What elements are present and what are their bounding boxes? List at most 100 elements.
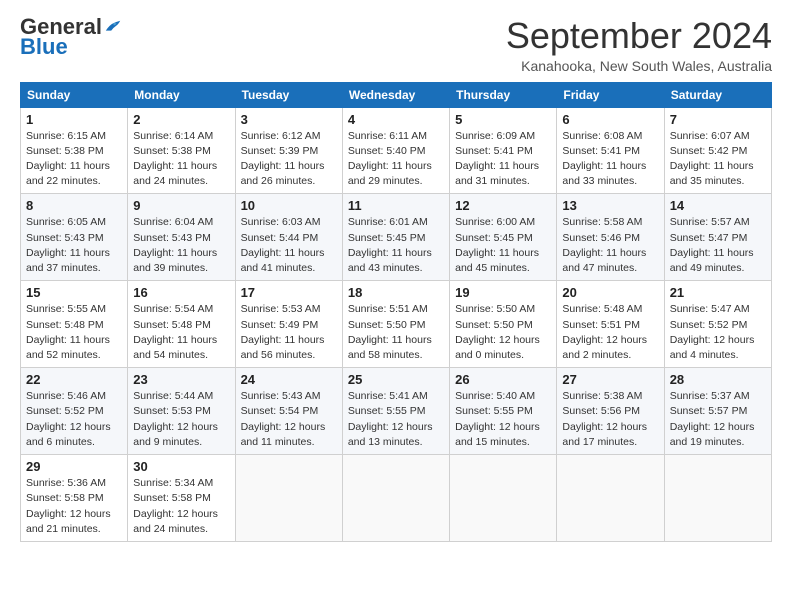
day-info: Sunrise: 5:57 AMSunset: 5:47 PMDaylight:… [670, 215, 766, 276]
calendar-cell: 1 Sunrise: 6:15 AMSunset: 5:38 PMDaylight… [21, 107, 128, 194]
title-block: September 2024 Kanahooka, New South Wale… [506, 16, 772, 74]
calendar-cell: 10 Sunrise: 6:03 AMSunset: 5:44 PMDayligh… [235, 194, 342, 281]
day-info: Sunrise: 5:50 AMSunset: 5:50 PMDaylight:… [455, 302, 551, 363]
calendar-cell: 25 Sunrise: 5:41 AMSunset: 5:55 PMDayligh… [342, 368, 449, 455]
weekday-header: Sunday [21, 82, 128, 107]
calendar-cell: 28 Sunrise: 5:37 AMSunset: 5:57 PMDayligh… [664, 368, 771, 455]
calendar-cell: 23Sunrise: 5:44 AMSunset: 5:53 PMDayligh… [128, 368, 235, 455]
calendar-week-row: 29Sunrise: 5:36 AMSunset: 5:58 PMDayligh… [21, 455, 772, 542]
day-number: 20 [562, 285, 658, 300]
calendar-cell [664, 455, 771, 542]
day-number: 21 [670, 285, 766, 300]
day-number: 25 [348, 372, 444, 387]
day-info: Sunrise: 6:04 AMSunset: 5:43 PMDaylight:… [133, 215, 229, 276]
day-number: 6 [562, 112, 658, 127]
day-info: Sunrise: 6:09 AMSunset: 5:41 PMDaylight:… [455, 129, 551, 190]
day-number: 26 [455, 372, 551, 387]
weekday-header: Wednesday [342, 82, 449, 107]
day-number: 1 [26, 112, 122, 127]
weekday-header: Thursday [450, 82, 557, 107]
day-info: Sunrise: 6:11 AMSunset: 5:40 PMDaylight:… [348, 129, 444, 190]
calendar-cell: 18Sunrise: 5:51 AMSunset: 5:50 PMDayligh… [342, 281, 449, 368]
day-info: Sunrise: 5:43 AMSunset: 5:54 PMDaylight:… [241, 389, 337, 450]
calendar-cell [342, 455, 449, 542]
day-info: Sunrise: 5:53 AMSunset: 5:49 PMDaylight:… [241, 302, 337, 363]
day-info: Sunrise: 5:44 AMSunset: 5:53 PMDaylight:… [133, 389, 229, 450]
day-number: 8 [26, 198, 122, 213]
calendar-cell [235, 455, 342, 542]
day-info: Sunrise: 5:38 AMSunset: 5:56 PMDaylight:… [562, 389, 658, 450]
day-number: 27 [562, 372, 658, 387]
weekday-header: Saturday [664, 82, 771, 107]
weekday-header: Tuesday [235, 82, 342, 107]
calendar-cell: 27 Sunrise: 5:38 AMSunset: 5:56 PMDayligh… [557, 368, 664, 455]
calendar-cell: 12 Sunrise: 6:00 AMSunset: 5:45 PMDayligh… [450, 194, 557, 281]
day-number: 22 [26, 372, 122, 387]
day-info: Sunrise: 6:00 AMSunset: 5:45 PMDaylight:… [455, 215, 551, 276]
day-number: 30 [133, 459, 229, 474]
day-info: Sunrise: 6:03 AMSunset: 5:44 PMDaylight:… [241, 215, 337, 276]
calendar-cell: 26Sunrise: 5:40 AMSunset: 5:55 PMDayligh… [450, 368, 557, 455]
day-number: 12 [455, 198, 551, 213]
day-number: 24 [241, 372, 337, 387]
page-header: General Blue September 2024 Kanahooka, N… [20, 16, 772, 74]
day-number: 2 [133, 112, 229, 127]
day-number: 10 [241, 198, 337, 213]
day-info: Sunrise: 6:08 AMSunset: 5:41 PMDaylight:… [562, 129, 658, 190]
calendar-table: SundayMondayTuesdayWednesdayThursdayFrid… [20, 82, 772, 542]
calendar-cell: 11 Sunrise: 6:01 AMSunset: 5:45 PMDayligh… [342, 194, 449, 281]
day-number: 11 [348, 198, 444, 213]
day-number: 15 [26, 285, 122, 300]
day-info: Sunrise: 6:14 AMSunset: 5:38 PMDaylight:… [133, 129, 229, 190]
calendar-cell: 21 Sunrise: 5:47 AMSunset: 5:52 PMDayligh… [664, 281, 771, 368]
day-info: Sunrise: 5:54 AMSunset: 5:48 PMDaylight:… [133, 302, 229, 363]
calendar-week-row: 8 Sunrise: 6:05 AMSunset: 5:43 PMDaylight… [21, 194, 772, 281]
calendar-cell: 16 Sunrise: 5:54 AMSunset: 5:48 PMDayligh… [128, 281, 235, 368]
logo-blue-text: Blue [20, 34, 68, 60]
day-number: 7 [670, 112, 766, 127]
calendar-cell: 29Sunrise: 5:36 AMSunset: 5:58 PMDayligh… [21, 455, 128, 542]
month-title: September 2024 [506, 16, 772, 56]
day-number: 4 [348, 112, 444, 127]
calendar-week-row: 15 Sunrise: 5:55 AMSunset: 5:48 PMDayligh… [21, 281, 772, 368]
calendar-cell: 6 Sunrise: 6:08 AMSunset: 5:41 PMDaylight… [557, 107, 664, 194]
calendar-cell: 14Sunrise: 5:57 AMSunset: 5:47 PMDayligh… [664, 194, 771, 281]
calendar-week-row: 22 Sunrise: 5:46 AMSunset: 5:52 PMDayligh… [21, 368, 772, 455]
day-info: Sunrise: 5:47 AMSunset: 5:52 PMDaylight:… [670, 302, 766, 363]
day-info: Sunrise: 5:51 AMSunset: 5:50 PMDaylight:… [348, 302, 444, 363]
calendar-week-row: 1 Sunrise: 6:15 AMSunset: 5:38 PMDaylight… [21, 107, 772, 194]
calendar-cell: 9Sunrise: 6:04 AMSunset: 5:43 PMDaylight… [128, 194, 235, 281]
day-info: Sunrise: 5:48 AMSunset: 5:51 PMDaylight:… [562, 302, 658, 363]
calendar-cell: 8 Sunrise: 6:05 AMSunset: 5:43 PMDaylight… [21, 194, 128, 281]
day-number: 28 [670, 372, 766, 387]
day-info: Sunrise: 5:55 AMSunset: 5:48 PMDaylight:… [26, 302, 122, 363]
day-info: Sunrise: 6:07 AMSunset: 5:42 PMDaylight:… [670, 129, 766, 190]
calendar-cell: 2 Sunrise: 6:14 AMSunset: 5:38 PMDaylight… [128, 107, 235, 194]
day-number: 16 [133, 285, 229, 300]
calendar-cell: 5 Sunrise: 6:09 AMSunset: 5:41 PMDaylight… [450, 107, 557, 194]
day-info: Sunrise: 5:41 AMSunset: 5:55 PMDaylight:… [348, 389, 444, 450]
calendar-cell: 4 Sunrise: 6:11 AMSunset: 5:40 PMDaylight… [342, 107, 449, 194]
calendar-cell: 13Sunrise: 5:58 AMSunset: 5:46 PMDayligh… [557, 194, 664, 281]
day-info: Sunrise: 6:01 AMSunset: 5:45 PMDaylight:… [348, 215, 444, 276]
day-info: Sunrise: 6:15 AMSunset: 5:38 PMDaylight:… [26, 129, 122, 190]
day-info: Sunrise: 5:46 AMSunset: 5:52 PMDaylight:… [26, 389, 122, 450]
day-number: 3 [241, 112, 337, 127]
day-number: 17 [241, 285, 337, 300]
day-info: Sunrise: 5:37 AMSunset: 5:57 PMDaylight:… [670, 389, 766, 450]
calendar-cell: 19Sunrise: 5:50 AMSunset: 5:50 PMDayligh… [450, 281, 557, 368]
calendar-cell: 7 Sunrise: 6:07 AMSunset: 5:42 PMDaylight… [664, 107, 771, 194]
calendar-cell: 24 Sunrise: 5:43 AMSunset: 5:54 PMDayligh… [235, 368, 342, 455]
weekday-header: Friday [557, 82, 664, 107]
calendar-cell: 17 Sunrise: 5:53 AMSunset: 5:49 PMDayligh… [235, 281, 342, 368]
day-info: Sunrise: 6:05 AMSunset: 5:43 PMDaylight:… [26, 215, 122, 276]
calendar-cell: 30 Sunrise: 5:34 AMSunset: 5:58 PMDayligh… [128, 455, 235, 542]
day-info: Sunrise: 5:34 AMSunset: 5:58 PMDaylight:… [133, 476, 229, 537]
calendar-cell [557, 455, 664, 542]
day-info: Sunrise: 5:36 AMSunset: 5:58 PMDaylight:… [26, 476, 122, 537]
location-subtitle: Kanahooka, New South Wales, Australia [506, 58, 772, 74]
day-number: 5 [455, 112, 551, 127]
day-number: 13 [562, 198, 658, 213]
calendar-cell: 3Sunrise: 6:12 AMSunset: 5:39 PMDaylight… [235, 107, 342, 194]
weekday-header-row: SundayMondayTuesdayWednesdayThursdayFrid… [21, 82, 772, 107]
